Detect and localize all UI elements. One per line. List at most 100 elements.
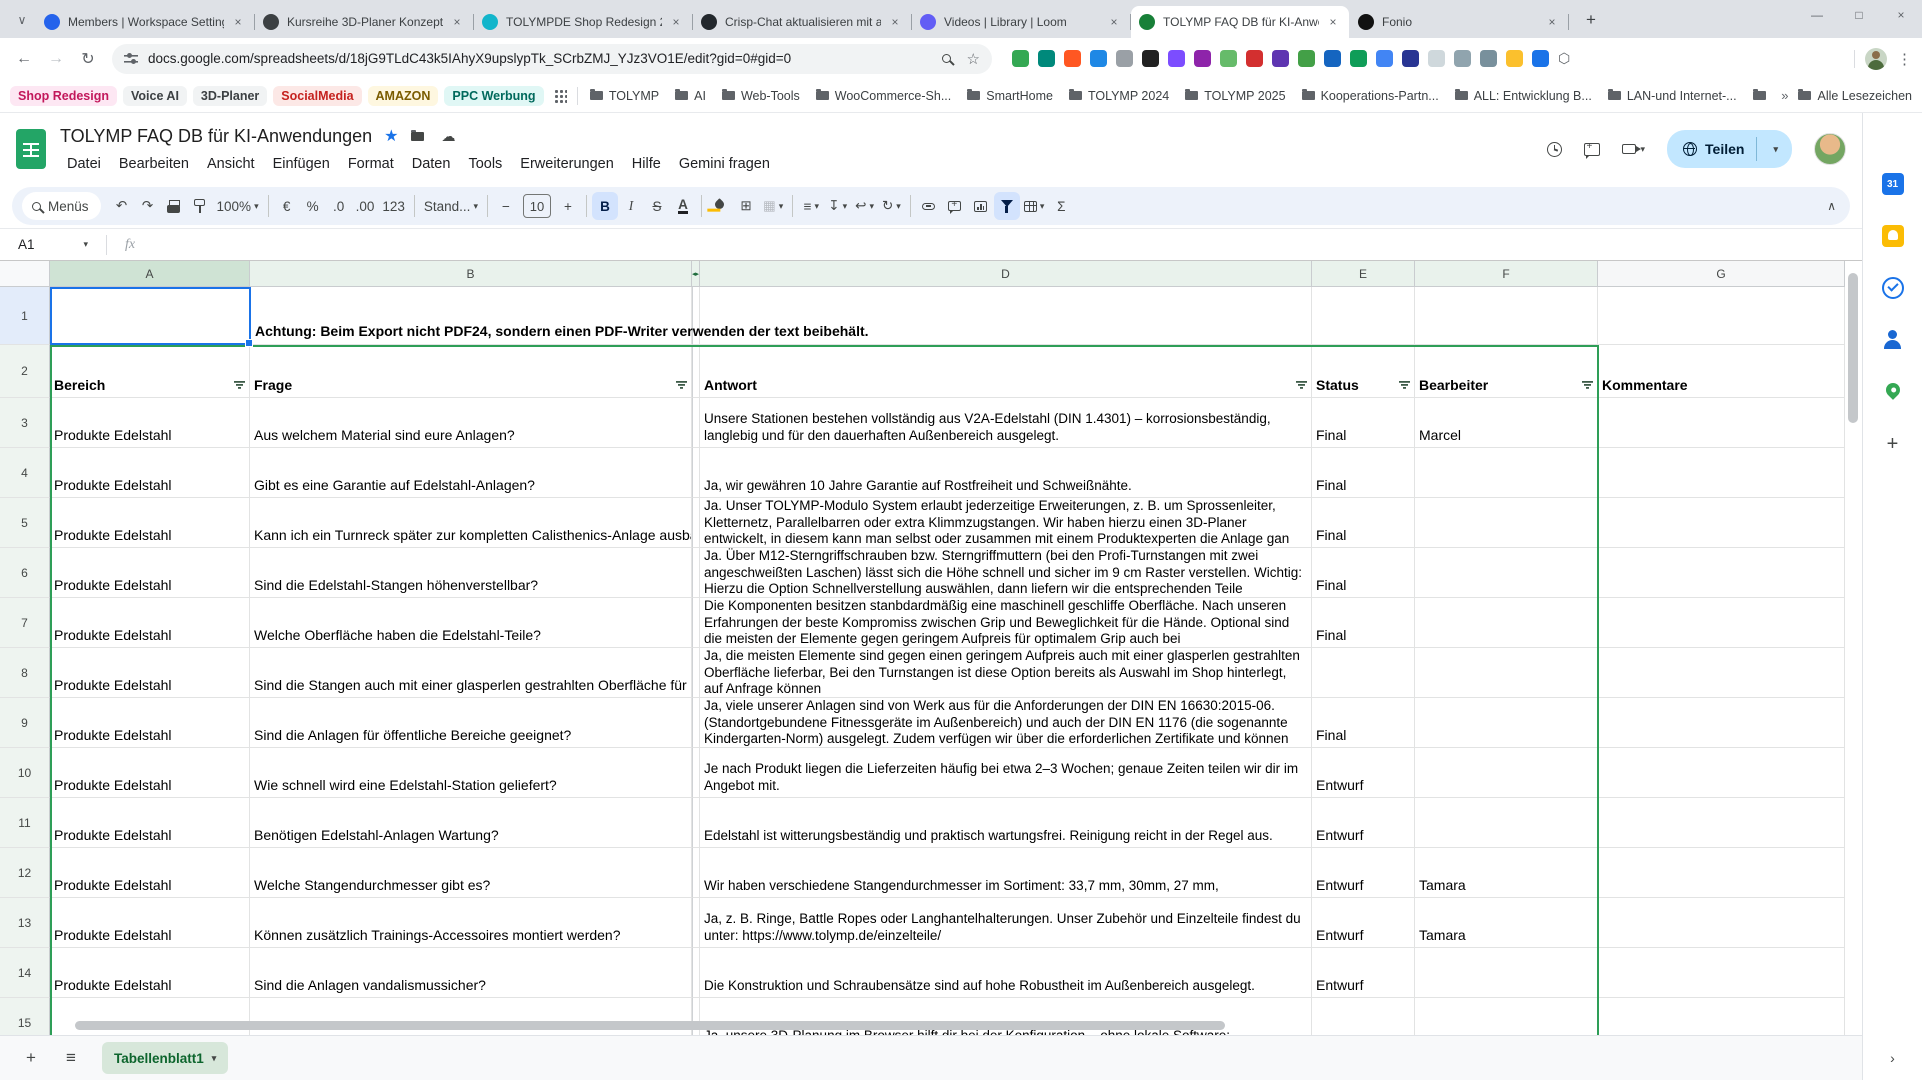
reload-icon[interactable]: ↻ (74, 45, 102, 73)
cell-status-3[interactable]: Final (1312, 398, 1415, 448)
bookmark-chip[interactable]: Voice AI (122, 85, 187, 106)
cell-antwort-8[interactable]: Ja, die meisten Elemente sind gegen eine… (700, 648, 1312, 698)
font-size-decrease-button[interactable]: − (493, 192, 519, 220)
header-cell-frage[interactable]: Frage (250, 345, 692, 398)
extension-icon[interactable] (1142, 50, 1159, 67)
cell-hidden-9[interactable] (692, 698, 700, 748)
url-text[interactable]: docs.google.com/spreadsheets/d/18jG9TLdC… (148, 51, 942, 66)
row-header-4[interactable]: 4 (0, 448, 50, 498)
cell-bearbeiter-14[interactable] (1415, 948, 1598, 998)
cell-kommentare-6[interactable] (1598, 548, 1845, 598)
extension-icon[interactable] (1506, 50, 1523, 67)
cell-kommentare-13[interactable] (1598, 898, 1845, 948)
bookmark-chip[interactable]: PPC Werbung (444, 85, 544, 106)
column-header-E[interactable]: E (1312, 261, 1415, 287)
cell-antwort-4[interactable]: Ja, wir gewähren 10 Jahre Garantie auf R… (700, 448, 1312, 498)
formula-input[interactable] (135, 229, 1862, 260)
horizontal-align-button[interactable]: ≡ ▾ (798, 192, 824, 220)
cell-antwort-10[interactable]: Je nach Produkt liegen die Lieferzeiten … (700, 748, 1312, 798)
cell-kommentare-7[interactable] (1598, 598, 1845, 648)
cell-antwort-3[interactable]: Unsere Stationen bestehen vollständig au… (700, 398, 1312, 448)
header-cell-bearbeiter[interactable]: Bearbeiter (1415, 345, 1598, 398)
bookmark-folder[interactable]: Web-Tools (721, 89, 800, 103)
undo-button[interactable]: ↶ (109, 192, 135, 220)
meet-button[interactable]: ▾ (1621, 144, 1645, 155)
bookmark-chip[interactable]: AMAZON (367, 85, 439, 106)
cell-bearbeiter-5[interactable] (1415, 498, 1598, 548)
extension-icon[interactable] (1116, 50, 1133, 67)
cell-status-15[interactable] (1312, 998, 1415, 1035)
calendar-icon[interactable]: 31 (1881, 173, 1904, 195)
browser-tab[interactable]: Fonio × (1350, 6, 1569, 38)
vertical-align-button[interactable]: ↧ ▾ (824, 192, 851, 220)
row-header-11[interactable]: 11 (0, 798, 50, 848)
filter-funnel-icon[interactable] (676, 381, 687, 389)
cell-bearbeiter-11[interactable] (1415, 798, 1598, 848)
header-cell-bereich[interactable]: Bereich (50, 345, 250, 398)
cloud-status-icon[interactable]: ☁ (442, 128, 456, 145)
share-caret-icon[interactable]: ▾ (1765, 144, 1786, 155)
cell-bearbeiter-13[interactable]: Tamara (1415, 898, 1598, 948)
toolbar-menus-button[interactable]: Menüs (22, 192, 101, 220)
filter-funnel-icon[interactable] (1399, 381, 1410, 389)
extension-icon[interactable] (1012, 50, 1029, 67)
cell-frage-12[interactable]: Welche Stangendurchmesser gibt es? (250, 848, 692, 898)
cell-frage-4[interactable]: Gibt es eine Garantie auf Edelstahl-Anla… (250, 448, 692, 498)
row-header-13[interactable]: 13 (0, 898, 50, 948)
cell-bearbeiter-6[interactable] (1415, 548, 1598, 598)
forward-icon[interactable]: → (42, 45, 70, 73)
cell-antwort-9[interactable]: Ja, viele unserer Anlagen sind von Werk … (700, 698, 1312, 748)
insert-link-button[interactable] (916, 192, 942, 220)
cell-antwort-12[interactable]: Wir haben verschiedene Stangendurchmesse… (700, 848, 1312, 898)
italic-button[interactable]: I (618, 192, 644, 220)
cell-status-14[interactable]: Entwurf (1312, 948, 1415, 998)
cell-frage-6[interactable]: Sind die Edelstahl-Stangen höhenverstell… (250, 548, 692, 598)
cell-d1[interactable] (700, 287, 1312, 345)
extension-icon[interactable] (1038, 50, 1055, 67)
maps-icon[interactable] (1882, 380, 1904, 403)
row-header-14[interactable]: 14 (0, 948, 50, 998)
cell-hidden-10[interactable] (692, 748, 700, 798)
bookmark-folder[interactable]: Invest (1752, 89, 1772, 103)
redo-button[interactable]: ↷ (135, 192, 161, 220)
share-button[interactable]: Teilen ▾ (1667, 130, 1792, 168)
cell-kommentare-5[interactable] (1598, 498, 1845, 548)
tab-close-icon[interactable]: × (449, 14, 465, 30)
menu-ansicht[interactable]: Ansicht (200, 154, 262, 174)
header-cell-antwort[interactable]: Antwort (700, 345, 1312, 398)
minimize-button[interactable]: — (1796, 0, 1838, 30)
header-cell-status[interactable]: Status (1312, 345, 1415, 398)
print-button[interactable] (161, 192, 187, 220)
cell-bereich-8[interactable]: Produkte Edelstahl (50, 648, 250, 698)
extension-icon[interactable] (1350, 50, 1367, 67)
cell-e1[interactable] (1312, 287, 1415, 345)
paint-format-button[interactable] (187, 192, 213, 220)
row-header-12[interactable]: 12 (0, 848, 50, 898)
cell-bereich-5[interactable]: Produkte Edelstahl (50, 498, 250, 548)
text-rotate-button[interactable]: ↻ ▾ (878, 192, 905, 220)
extension-icon[interactable] (1480, 50, 1497, 67)
extension-icon[interactable] (1454, 50, 1471, 67)
cell-bearbeiter-15[interactable] (1415, 998, 1598, 1035)
cell-bereich-4[interactable]: Produkte Edelstahl (50, 448, 250, 498)
cell-status-11[interactable]: Entwurf (1312, 798, 1415, 848)
browser-tab[interactable]: Members | Workspace Settings × (36, 6, 255, 38)
cell-hidden-7[interactable] (692, 598, 700, 648)
extension-icon[interactable] (1298, 50, 1315, 67)
extensions-puzzle-icon[interactable]: ⬡ (1558, 50, 1570, 67)
text-color-button[interactable]: A (670, 192, 696, 220)
account-avatar[interactable] (1814, 133, 1846, 165)
all-bookmarks-button[interactable]: Alle Lesezeichen (1798, 89, 1912, 103)
cell-kommentare-14[interactable] (1598, 948, 1845, 998)
cell-kommentare-11[interactable] (1598, 798, 1845, 848)
cell-kommentare-10[interactable] (1598, 748, 1845, 798)
cell-bearbeiter-12[interactable]: Tamara (1415, 848, 1598, 898)
browser-tab[interactable]: Crisp-Chat aktualisieren mit akt × (693, 6, 912, 38)
zoom-icon[interactable] (941, 54, 951, 63)
version-history-icon[interactable] (1546, 141, 1562, 157)
extension-icon[interactable] (1402, 50, 1419, 67)
browser-profile-avatar[interactable] (1865, 47, 1887, 70)
strikethrough-button[interactable]: S (644, 192, 670, 220)
text-wrap-button[interactable]: ↩ ▾ (851, 192, 878, 220)
tab-close-icon[interactable]: × (1325, 14, 1341, 30)
